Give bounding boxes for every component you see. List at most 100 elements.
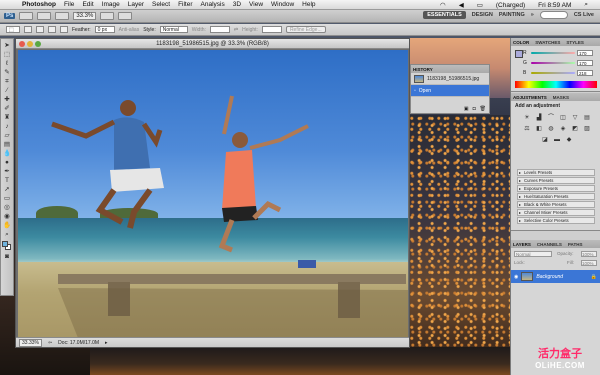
status-arrow-icon[interactable]: ▸ [105,340,108,346]
tab-layers[interactable]: LAYERS [513,242,531,247]
workspace-essentials[interactable]: ESSENTIALS [423,11,466,19]
fill-input[interactable]: 100% [581,260,597,266]
menu-window[interactable]: Window [271,1,294,8]
color-spectrum-ramp[interactable] [515,81,597,88]
tab-styles[interactable]: STYLES [566,40,584,45]
invert-icon[interactable]: ◩ [571,126,579,133]
blend-mode-select[interactable]: Normal [514,251,552,257]
preset-levels[interactable]: Levels Presets [517,169,595,176]
status-zoom-field[interactable]: 33.33% [19,338,42,347]
history-state-open[interactable]: ▫ Open [411,85,489,97]
channel-g-value[interactable]: 170 [577,60,593,66]
preset-selective-color[interactable]: Selective Color Presets [517,217,595,224]
feather-input[interactable]: 0 px [94,26,115,33]
shape-tool-icon[interactable]: ▭ [2,195,12,203]
brightness-contrast-icon[interactable]: ☀ [523,115,531,122]
status-nav-icon[interactable]: ⇦ [48,340,52,346]
menu-app-name[interactable]: Photoshop [22,1,56,8]
anti-alias-checkbox[interactable]: Anti-alias [119,27,140,33]
new-selection-mode-icon[interactable] [24,26,32,33]
color-balance-icon[interactable]: ⚖ [523,126,531,133]
add-selection-mode-icon[interactable] [36,26,44,33]
subtract-selection-mode-icon[interactable] [48,26,56,33]
minimize-window-icon[interactable] [27,41,33,47]
menu-help[interactable]: Help [302,1,315,8]
posterize-icon[interactable]: ▨ [583,126,591,133]
black-white-icon[interactable]: ◧ [535,126,543,133]
tab-history[interactable]: HISTORY [413,67,433,72]
workspace-painting[interactable]: PAINTING [499,12,525,18]
style-select[interactable]: Normal [159,26,188,33]
menu-3d[interactable]: 3D [233,1,241,8]
move-tool-icon[interactable]: ➤ [2,42,12,50]
workspace-design[interactable]: DESIGN [472,12,493,18]
menu-edit[interactable]: Edit [82,1,93,8]
marquee-tool-preset-icon[interactable]: ⬚ [6,26,20,33]
path-selection-tool-icon[interactable]: ➚ [2,186,12,194]
pen-tool-icon[interactable]: ✒ [2,168,12,176]
menu-select[interactable]: Select [152,1,170,8]
tab-channels[interactable]: CHANNELS [537,242,562,247]
foreground-color-swatch[interactable] [2,241,8,247]
color-panel-fg-swatch[interactable] [515,50,523,58]
threshold-icon[interactable]: ◪ [541,137,549,144]
levels-icon[interactable]: ▟ [535,115,543,122]
document-title-bar[interactable]: 1183198_51986515.jpg @ 33.3% (RGB/8) [16,39,409,49]
eyedropper-tool-icon[interactable]: ⁄ [2,87,12,95]
layer-row-background[interactable]: ◉ Background 🔒 [511,270,600,283]
curves-icon[interactable]: ⌒ [547,115,555,122]
vibrance-icon[interactable]: ▽ [571,115,579,122]
history-snapshot[interactable]: 1183198_51986515.jpg [411,73,489,85]
hand-tool-icon[interactable]: ✋ [2,222,12,230]
arrange-documents-button[interactable] [100,12,115,20]
channel-r-value[interactable]: 170 [577,50,593,56]
healing-brush-tool-icon[interactable]: ✚ [2,96,12,104]
preset-curves[interactable]: Curves Presets [517,177,595,184]
quick-mask-icon[interactable]: ◙ [2,253,12,261]
menu-filter[interactable]: Filter [178,1,192,8]
status-doc-size[interactable]: Doc: 17.0M/17.0M [58,340,99,346]
photo-filter-icon[interactable]: ◍ [547,126,555,133]
rectangular-marquee-tool-icon[interactable]: ⬚ [2,51,12,59]
battery-icon[interactable]: ▭ [477,1,483,9]
canvas-photo[interactable] [18,50,408,338]
launch-minibridge-button[interactable] [37,12,52,20]
new-snapshot-icon[interactable]: ◘ [473,106,476,112]
channel-b-slider[interactable] [531,72,575,74]
eraser-tool-icon[interactable]: ▱ [2,132,12,140]
layer-visibility-eye-icon[interactable]: ◉ [514,274,518,280]
dodge-tool-icon[interactable]: ● [2,159,12,167]
type-tool-icon[interactable]: T [2,177,12,185]
lasso-tool-icon[interactable]: ℓ [2,60,12,68]
channel-r-slider[interactable] [531,52,575,54]
gradient-map-icon[interactable]: ▬ [553,137,561,144]
menu-analysis[interactable]: Analysis [201,1,225,8]
gradient-tool-icon[interactable]: ▤ [2,141,12,149]
preset-hue-saturation[interactable]: Hue/Saturation Presets [517,193,595,200]
preset-exposure[interactable]: Exposure Presets [517,185,595,192]
delete-state-icon[interactable]: 🗑 [480,106,486,112]
menu-file[interactable]: File [64,1,74,8]
tab-swatches[interactable]: SWATCHES [535,40,560,45]
width-input[interactable] [209,26,230,33]
hue-saturation-icon[interactable]: ▤ [583,115,591,122]
menu-layer[interactable]: Layer [128,1,144,8]
workspace-more-icon[interactable]: » [531,12,534,18]
wifi-icon[interactable]: ◠ [440,1,446,9]
history-brush-tool-icon[interactable]: ♪ [2,123,12,131]
selective-color-icon[interactable]: ◆ [565,137,573,144]
spotlight-icon[interactable]: ⌕ [584,1,588,9]
refine-edge-button[interactable]: Refine Edge... [285,26,326,33]
menu-clock[interactable]: Fri 8:59 AM [538,2,571,9]
zoom-window-icon[interactable] [35,41,41,47]
close-window-icon[interactable] [19,41,25,47]
brush-tool-icon[interactable]: ✐ [2,105,12,113]
channel-b-value[interactable]: 218 [577,70,593,76]
new-document-from-state-icon[interactable]: ▣ [464,106,469,112]
preset-black-white[interactable]: Black & White Presets [517,201,595,208]
3d-orbit-tool-icon[interactable]: ◉ [2,213,12,221]
screen-mode-button[interactable] [118,12,133,20]
swap-icon[interactable]: ⇄ [234,27,238,33]
tab-paths[interactable]: PATHS [568,242,583,247]
preset-channel-mixer[interactable]: Channel Mixer Presets [517,209,595,216]
